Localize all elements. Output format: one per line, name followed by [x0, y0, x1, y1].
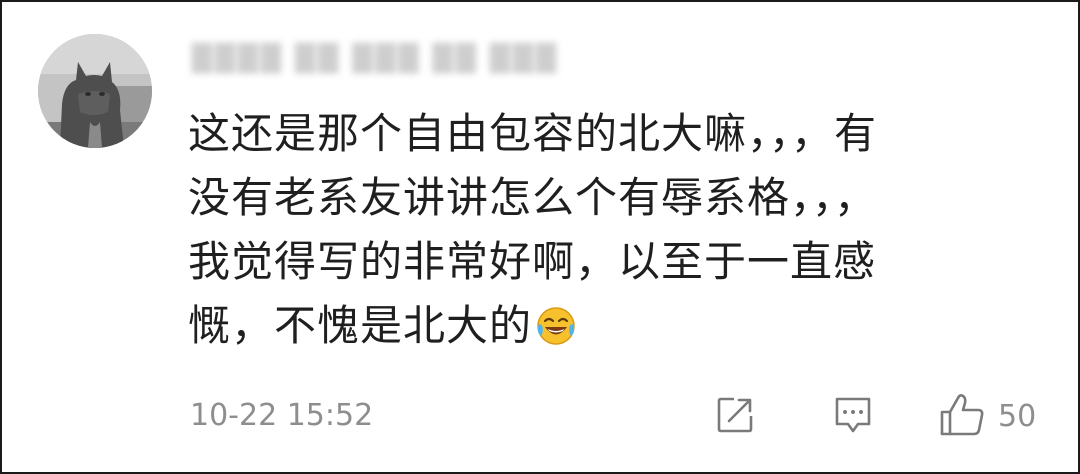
reply-button[interactable] — [832, 394, 874, 440]
share-button[interactable] — [714, 394, 756, 440]
username-blurred[interactable]: ████ ██ ███ ██ ███ — [192, 42, 556, 76]
comment-timestamp: 10-22 15:52 — [190, 398, 374, 433]
laughing-tears-emoji-icon — [536, 300, 576, 364]
comment-line: 我觉得写的非常好啊，以至于一直感 — [188, 237, 877, 286]
like-button[interactable]: 50 — [938, 394, 1036, 440]
comment-card: ████ ██ ███ ██ ███ 这还是那个自由包容的北大嘛，，，有 没有老… — [0, 0, 1080, 474]
like-count: 50 — [998, 399, 1037, 434]
comment-line: 这还是那个自由包容的北大嘛，，，有 — [188, 109, 878, 158]
avatar[interactable] — [38, 34, 152, 148]
thumbs-up-icon — [938, 392, 988, 442]
comment-line-text: 慨，不愧是北大的 — [188, 301, 533, 350]
share-icon — [714, 394, 756, 440]
comment-line: 没有老系友讲讲怎么个有辱系格，，， — [188, 173, 878, 222]
comment-line: 慨，不愧是北大的 — [188, 294, 1018, 358]
comment-text: 这还是那个自由包容的北大嘛，，，有 没有老系友讲讲怎么个有辱系格，，， 我觉得写… — [188, 102, 1018, 358]
comment-icon — [832, 394, 874, 440]
cat-avatar-image — [38, 34, 152, 148]
